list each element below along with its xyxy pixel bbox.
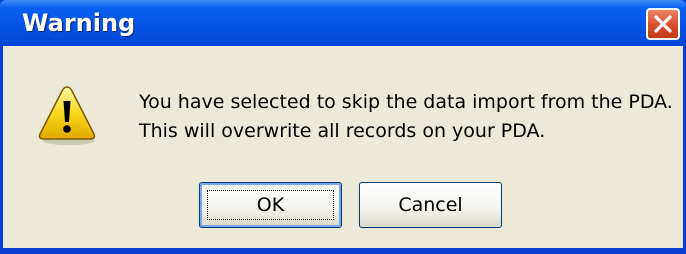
close-icon xyxy=(654,15,672,33)
message-line-1: You have selected to skip the data impor… xyxy=(139,91,673,113)
warning-message: You have selected to skip the data impor… xyxy=(139,88,673,146)
message-line-2: This will overwrite all records on your … xyxy=(139,120,546,142)
dialog-body: You have selected to skip the data impor… xyxy=(3,46,683,248)
dialog-title: Warning xyxy=(22,9,136,37)
cancel-button-label: Cancel xyxy=(398,194,463,216)
cancel-button[interactable]: Cancel xyxy=(359,182,502,228)
close-button[interactable] xyxy=(646,8,680,40)
ok-button[interactable]: OK xyxy=(199,182,342,228)
warning-dialog: Warning You have selected to skip the da… xyxy=(0,0,686,254)
ok-button-label: OK xyxy=(256,194,285,216)
warning-icon xyxy=(37,84,97,146)
title-bar[interactable]: Warning xyxy=(0,0,686,46)
